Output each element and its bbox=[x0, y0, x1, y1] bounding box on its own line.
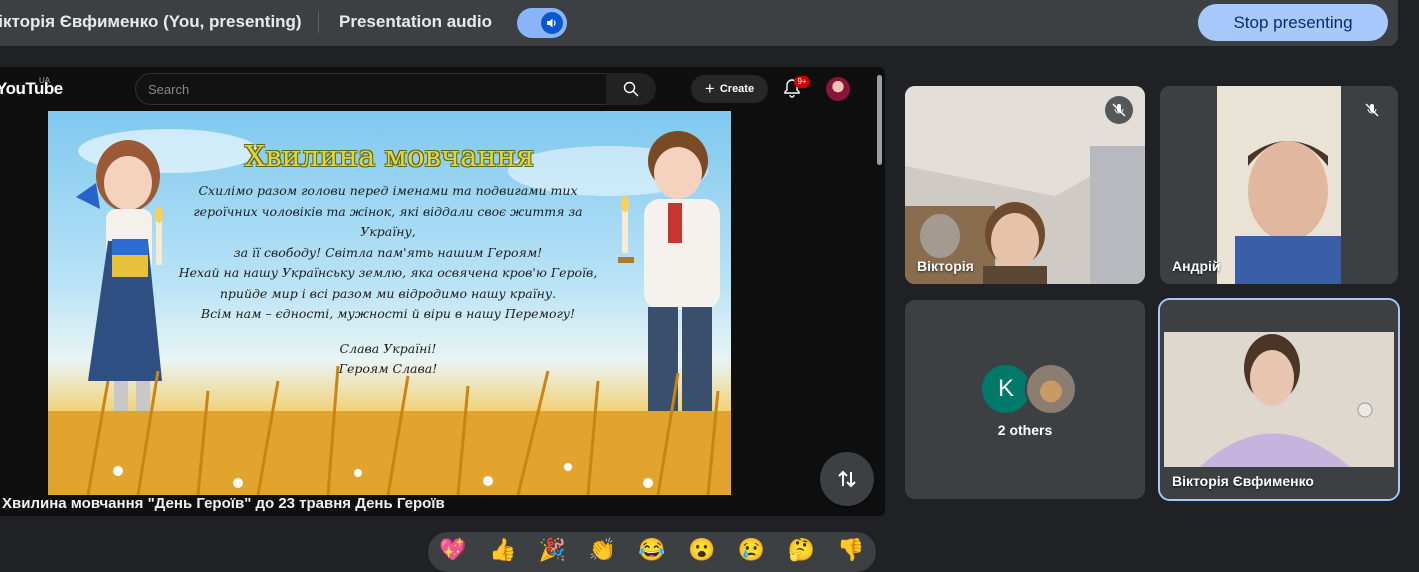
poster-line: Нехай на нашу Українську землю, яка освя… bbox=[178, 265, 598, 280]
poster-text: Схилімо разом голови перед іменами та по… bbox=[168, 181, 608, 380]
poster-title: Хвилина мовчання bbox=[244, 139, 535, 173]
stop-presenting-button[interactable]: Stop presenting bbox=[1198, 4, 1388, 41]
reaction-thumbs-down-icon[interactable]: 👎 bbox=[837, 538, 864, 562]
reaction-heart-icon[interactable]: 💖 bbox=[439, 538, 466, 562]
speaker-icon bbox=[541, 12, 563, 34]
video-player[interactable]: Хвилина мовчання Схилімо разом голови пе… bbox=[48, 111, 731, 495]
poster-line: за її свободу! Світла пам'ять нашим Геро… bbox=[233, 244, 543, 260]
poster-line: героїчних чоловіків та жінок, які віддал… bbox=[193, 203, 583, 240]
participant-tile[interactable]: Вікторія bbox=[905, 86, 1145, 284]
presentation-audio-label: Presentation audio bbox=[339, 12, 493, 31]
shared-screen: YouTube UA Search + Create 9+ Хвилина мо… bbox=[0, 67, 885, 516]
search-button[interactable] bbox=[606, 73, 656, 105]
reaction-clap-icon[interactable]: 👏 bbox=[588, 538, 615, 562]
poster-line: Схилімо разом голови перед іменами та по… bbox=[198, 183, 578, 198]
mic-off-icon bbox=[1105, 96, 1133, 124]
poster-line: Героям Слава! bbox=[338, 361, 438, 376]
presenter-label: Вікторія Євфименко (You, presenting) bbox=[0, 12, 302, 31]
reaction-sad-icon[interactable]: 😢 bbox=[738, 538, 765, 562]
reaction-thinking-icon[interactable]: 🤔 bbox=[788, 538, 815, 562]
poster-line: Слава Україні! bbox=[339, 340, 437, 356]
mic-off-icon bbox=[1358, 96, 1386, 124]
participant-name: Вікторія bbox=[917, 258, 974, 274]
participant-video bbox=[1160, 300, 1398, 499]
create-button[interactable]: + Create bbox=[691, 75, 768, 103]
reaction-thumbs-up-icon[interactable]: 👍 bbox=[489, 538, 516, 562]
create-label: Create bbox=[719, 83, 755, 95]
search-icon bbox=[623, 81, 639, 97]
reaction-surprised-icon[interactable]: 😮 bbox=[688, 538, 715, 562]
poster-line: Всім нам – єдності, мужності й віри в на… bbox=[200, 306, 576, 321]
video-title[interactable]: Хвилина мовчання "День Героїв" до 23 тра… bbox=[0, 495, 885, 512]
reaction-party-icon[interactable]: 🎉 bbox=[539, 538, 566, 562]
participant-tile-self[interactable]: Вікторія Євфименко bbox=[1158, 298, 1400, 501]
participant-tile[interactable]: Андрій bbox=[1160, 86, 1398, 284]
youtube-region-label: UA bbox=[39, 76, 51, 85]
reaction-laugh-icon[interactable]: 😂 bbox=[638, 538, 665, 562]
participant-name: Андрій bbox=[1172, 258, 1221, 274]
search-placeholder: Search bbox=[148, 82, 190, 97]
poster-line: прийде мир і всі разом ми відродимо нашу… bbox=[219, 285, 557, 301]
youtube-logo[interactable]: YouTube bbox=[0, 79, 63, 99]
presenting-bar: Вікторія Євфименко (You, presenting) Pre… bbox=[0, 0, 1398, 46]
avatar[interactable] bbox=[826, 77, 850, 101]
others-tile[interactable]: K 2 others bbox=[905, 300, 1145, 499]
divider bbox=[318, 11, 319, 33]
presentation-audio-toggle[interactable] bbox=[517, 8, 567, 38]
swap-layout-button[interactable] bbox=[820, 452, 874, 506]
participant-name: Вікторія Євфименко bbox=[1172, 473, 1314, 489]
reactions-bar: 💖 👍 🎉 👏 😂 😮 😢 🤔 👎 bbox=[428, 532, 876, 572]
youtube-search-input[interactable]: Search bbox=[135, 73, 607, 105]
plus-icon: + bbox=[704, 79, 715, 98]
notification-badge: 9+ bbox=[794, 76, 810, 88]
avatar bbox=[1025, 363, 1077, 415]
others-count: 2 others bbox=[997, 422, 1053, 438]
swap-icon bbox=[838, 470, 856, 488]
scrollbar[interactable] bbox=[877, 75, 882, 165]
